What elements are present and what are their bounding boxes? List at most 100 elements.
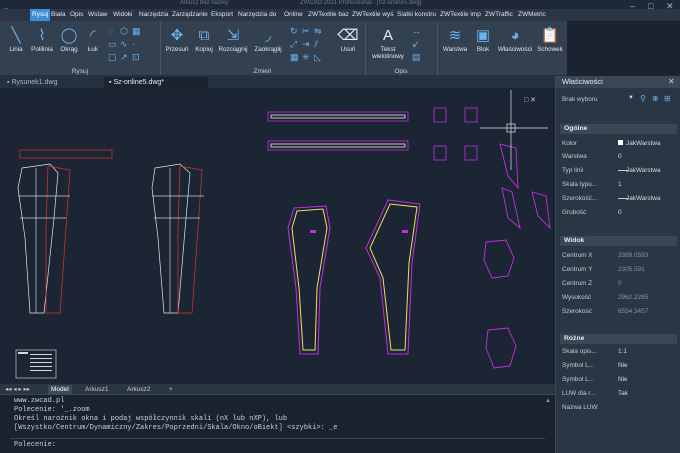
selection-dropdown[interactable]: Brak wyboru bbox=[562, 96, 598, 103]
chamfer-icon[interactable]: ◺ bbox=[314, 53, 321, 62]
spline-icon[interactable]: ∿ bbox=[120, 40, 128, 49]
trouser-pattern-1 bbox=[17, 163, 59, 314]
select-objects-icon[interactable]: ⊕ bbox=[652, 94, 659, 103]
section-general[interactable]: Ogólne bbox=[560, 124, 677, 134]
menu-biala[interactable]: Biała bbox=[51, 9, 65, 21]
extend-icon[interactable]: ⇥ bbox=[302, 40, 310, 49]
erase-button[interactable]: ⌫ Usuń bbox=[336, 28, 360, 54]
offset-icon[interactable]: ⫽ bbox=[314, 40, 318, 49]
array-icon[interactable]: ▦ bbox=[290, 53, 299, 62]
scale-icon[interactable]: ⤢ bbox=[290, 40, 297, 49]
fillet-icon: ◞ bbox=[265, 27, 271, 44]
menu-opis[interactable]: Opis bbox=[70, 9, 83, 21]
block-button[interactable]: ▣ Blok bbox=[472, 28, 494, 54]
quick-select-icon[interactable]: ⚲ bbox=[640, 94, 646, 103]
cmd-scroll-icon[interactable]: ▲ bbox=[545, 398, 551, 404]
properties-button[interactable]: ◕ Właściwości bbox=[496, 27, 534, 54]
mirror-icon[interactable]: ⇋ bbox=[314, 27, 322, 36]
explode-icon[interactable]: ✳ bbox=[302, 53, 310, 62]
title-bar: Arkusz bez nazwy ZWCAD 2021 Professional… bbox=[0, 0, 680, 11]
layer-button[interactable]: ≋ Warstwa bbox=[440, 27, 470, 54]
arc-icon: ◜ bbox=[90, 27, 96, 44]
menu-narzedzia[interactable]: Narzędzia bbox=[139, 9, 168, 21]
file-tabs bbox=[0, 76, 555, 88]
polygon-icon[interactable]: ⬡ bbox=[120, 27, 128, 36]
layout-tab-arkusz1[interactable]: Arkusz1 bbox=[82, 385, 111, 394]
copy-icon: ⧉ bbox=[198, 27, 210, 44]
menu-rysuj[interactable]: Rysuj bbox=[30, 9, 51, 21]
cmd-line-3: Określ narożnik okna i podaj współczynni… bbox=[14, 415, 288, 423]
fillet-button[interactable]: ◞ Zaokrąglij bbox=[252, 27, 284, 54]
panel-close-icon[interactable]: ✕ bbox=[668, 77, 675, 86]
layer-icon: ≋ bbox=[448, 27, 462, 44]
panel-annot-label: Opis bbox=[394, 68, 408, 75]
menu-narzedzia-do[interactable]: Narzędzia do bbox=[238, 9, 276, 21]
ellipse-icon[interactable]: ◌ bbox=[108, 27, 113, 36]
properties-title: Właściwości bbox=[556, 76, 680, 88]
polyline-button[interactable]: ⌇ Polilinia bbox=[29, 28, 55, 54]
layout-tab-model[interactable]: Model bbox=[48, 385, 72, 394]
panel-draw-label: Rysuj bbox=[71, 68, 89, 75]
cmd-line-1: www.zwcad.pl bbox=[14, 397, 65, 405]
waistband-2 bbox=[267, 140, 409, 151]
circle-button[interactable]: ◯ Okrąg bbox=[58, 28, 80, 54]
cmd-line-4: [Wszystko/Centrum/Dynamiczny/Zakres/Popr… bbox=[14, 424, 338, 432]
properties-panel: Właściwości ✕ Brak wyboru ▼ ⚲ ⊕ ⊞ Ogólne… bbox=[555, 76, 680, 453]
menu-wstaw[interactable]: Wstaw bbox=[88, 9, 108, 21]
cmd-line-2: Polecenie: '_.zoom bbox=[14, 406, 90, 414]
region-icon[interactable]: ▢ bbox=[108, 53, 117, 62]
menu-zwmetric[interactable]: ZWMetric bbox=[518, 9, 546, 21]
trouser-pattern-3 bbox=[151, 163, 191, 314]
dimension-icon[interactable]: ↔ bbox=[412, 27, 421, 36]
section-misc[interactable]: Różne bbox=[560, 334, 677, 344]
drawing-area[interactable] bbox=[0, 88, 555, 384]
small-piece-3 bbox=[531, 191, 551, 230]
menu-siatki[interactable]: Siatki konstru bbox=[397, 9, 436, 21]
command-input[interactable]: Polecenie: bbox=[10, 438, 545, 450]
leader-icon[interactable]: ↙ bbox=[412, 40, 420, 49]
menu-eksport[interactable]: Eksport bbox=[211, 9, 233, 21]
menu-online[interactable]: Online bbox=[284, 9, 303, 21]
ray-icon[interactable]: ↗ bbox=[120, 53, 128, 62]
small-piece-4 bbox=[483, 239, 515, 279]
trim-icon[interactable]: ✂ bbox=[302, 27, 310, 36]
layout-tab-arkusz2[interactable]: Arkusz2 bbox=[124, 385, 153, 394]
line-button[interactable]: ╲ Linia bbox=[6, 28, 26, 54]
move-button[interactable]: ✥ Przesuń bbox=[164, 27, 190, 54]
crosshair-cursor bbox=[480, 90, 548, 170]
section-view[interactable]: Widok bbox=[560, 236, 677, 246]
clipboard-icon: 📋 bbox=[540, 27, 560, 44]
viewport-controls[interactable]: □ ✕ bbox=[524, 96, 536, 104]
menu-zarzadzanie[interactable]: Zarządzanie bbox=[172, 9, 208, 21]
copy-button[interactable]: ⧉ Kopiuj bbox=[193, 27, 215, 54]
layout-tab-add[interactable]: + bbox=[166, 385, 176, 394]
command-prompt: Polecenie: bbox=[14, 441, 57, 449]
boundary-icon[interactable]: ⊡ bbox=[132, 53, 140, 62]
rectangle-icon[interactable]: ▭ bbox=[108, 40, 117, 49]
menu-zwtextile-baz[interactable]: ZWTextile baz bbox=[308, 9, 349, 21]
palette-icon: ◕ bbox=[510, 27, 520, 44]
menu-zwtextile-wys[interactable]: ZWTextile wyś bbox=[352, 9, 394, 21]
arc-button[interactable]: ◜ Łuk bbox=[84, 27, 102, 54]
file-tab-rysunek1[interactable]: ▪ Rysunek1.dwg bbox=[2, 77, 62, 88]
move-icon: ✥ bbox=[170, 27, 184, 44]
layout-nav-icon[interactable]: ◂◂ ◂ ▸ ▸▸ bbox=[2, 385, 33, 394]
hatch-icon[interactable]: ▦ bbox=[132, 27, 141, 36]
pocket-1 bbox=[433, 107, 447, 123]
file-tab-sz-online5[interactable]: ▪ Sz-online5.dwg* bbox=[104, 77, 208, 88]
menu-zwtraffic[interactable]: ZWTraffic bbox=[485, 9, 513, 21]
pickadd-icon[interactable]: ⊞ bbox=[664, 94, 671, 103]
waistband-1 bbox=[267, 111, 409, 122]
menu-bar: Rysuj Biała Opis Wstaw Widoki Narzędzia … bbox=[0, 9, 680, 21]
point-icon[interactable]: · bbox=[132, 40, 135, 49]
clipboard-button[interactable]: 📋 Schowek bbox=[536, 27, 564, 54]
red-rectangle bbox=[19, 149, 113, 159]
table-icon[interactable]: ▤ bbox=[412, 53, 421, 62]
menu-widoki[interactable]: Widoki bbox=[113, 9, 133, 21]
window-title: Arkusz bez nazwy bbox=[180, 0, 229, 6]
rotate-icon[interactable]: ↻ bbox=[290, 27, 298, 36]
chevron-down-icon[interactable]: ▼ bbox=[628, 95, 634, 101]
stretch-button[interactable]: ⇲ Rozciągnij bbox=[217, 28, 249, 54]
mtext-button[interactable]: A Tekst wielolinowy bbox=[370, 28, 406, 61]
menu-zwtextile-imp[interactable]: ZWTextile imp bbox=[440, 9, 481, 21]
